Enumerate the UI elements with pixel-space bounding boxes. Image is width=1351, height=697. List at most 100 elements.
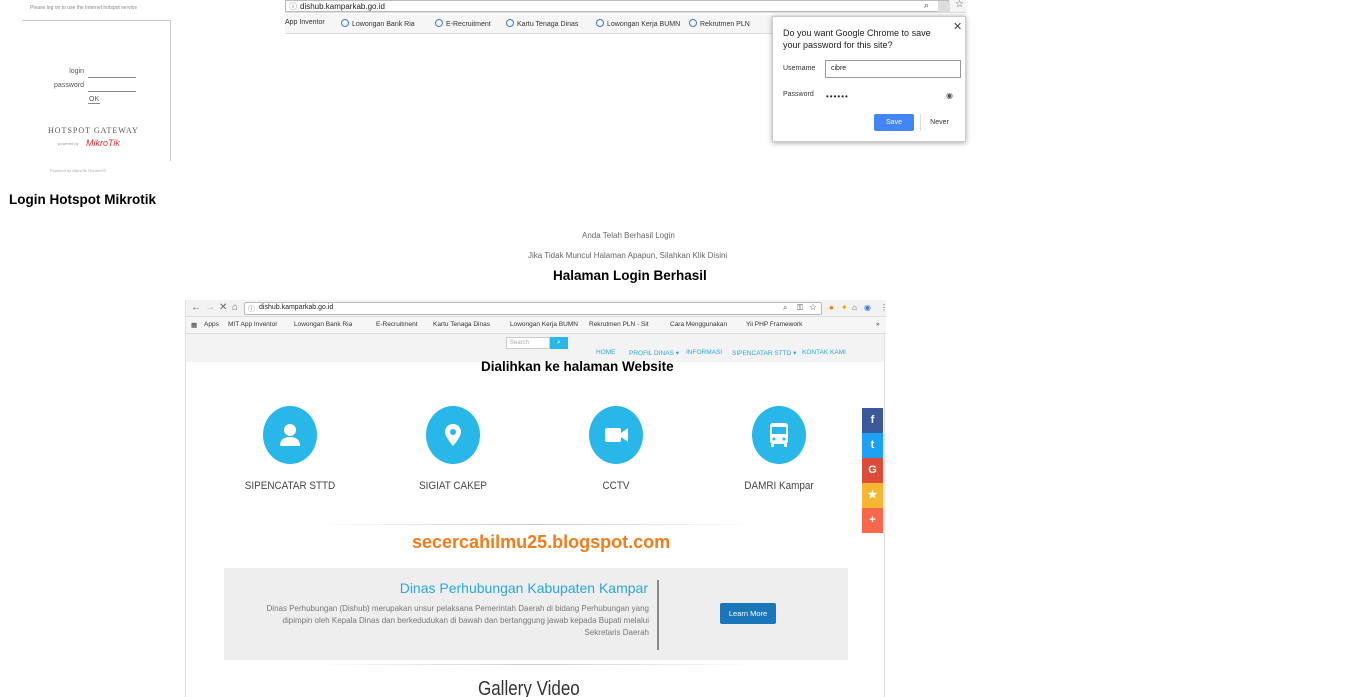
bookmark-item[interactable]: Rekrutmen PLN - Sit [589,321,649,328]
forward-icon[interactable]: → [205,302,215,313]
bookmark-icon [435,19,443,27]
bookmark-item[interactable]: Lowongan Kerja BUMN [510,321,578,328]
save-button[interactable]: Save [874,114,914,131]
plus-icon[interactable]: + [862,508,883,533]
chrome-save-password-panel: ⓘ dishub.kamparkab.go.id ⌕ ☆ App Invento… [285,0,966,145]
login-input[interactable] [88,71,136,78]
bookmarks-bar: ▦ Apps MIT App Inventor Lowongan Bank Ri… [186,317,886,334]
password-label: Password [783,91,814,98]
service-label: CCTV [602,480,630,492]
bookmark-item[interactable]: E-Recruitment [376,321,418,328]
apps-icon[interactable]: ▦ [191,321,197,329]
url-field[interactable]: ⓘ dishub.kamparkab.go.id ⌕ ⚿ ☆ [244,302,822,315]
twitter-icon[interactable]: t [862,433,883,458]
ok-button[interactable]: OK [88,96,101,104]
search-icon[interactable]: ⌕ [550,337,568,349]
url-field[interactable]: ⓘ dishub.kamparkab.go.id ⌕ [285,0,950,12]
map-marker-icon [426,406,480,464]
site-header: Search ⌕ HOME PROFIL DINAS ▾ INFORMASI S… [186,334,884,362]
nav-profil-dinas[interactable]: PROFIL DINAS ▾ [629,349,679,357]
login-label: login [69,68,84,75]
gallery-title: Gallery Video [478,678,580,697]
bookmark-item[interactable]: Kartu Tenaga Dinas [433,321,490,328]
service-sigiat[interactable]: SIGIAT CAKEP [393,406,513,492]
close-icon[interactable]: ✕ [953,20,962,33]
bookmark-item[interactable]: Lowongan Kerja BUMN [596,19,680,28]
nav-home[interactable]: HOME [596,349,616,356]
bookmark-item[interactable]: Apps [204,321,219,328]
password-label: password [54,82,84,89]
bookmark-item[interactable]: MIT App Inventor [228,321,277,328]
more-bookmarks-icon[interactable]: » [876,321,880,328]
nav-informasi[interactable]: INFORMASI [686,349,722,356]
extension-icon[interactable]: ◉ [864,303,871,312]
caption-success: Halaman Login Berhasil [553,268,707,283]
key-icon[interactable]: ⚿ [797,303,803,313]
extension-icon[interactable]: ● [829,303,834,312]
bookmark-item[interactable]: Yii PHP Framework [746,321,802,328]
bookmark-item[interactable]: Cara Menggunakan [670,321,727,328]
eye-icon[interactable]: ◉ [946,91,953,100]
bookmark-star-icon[interactable]: ☆ [955,0,964,10]
bookmark-item[interactable]: Lowongan Bank Ria [294,321,352,328]
site-search-input[interactable]: Search [506,337,550,349]
caption-hotspot: Login Hotspot Mikrotik [9,192,156,207]
save-password-popup: Do you want Google Chrome to save your p… [772,16,966,142]
zoom-icon[interactable]: ⌕ [783,303,787,313]
service-label: SIPENCATAR STTD [244,480,336,492]
bookmark-icon [506,19,514,27]
divider [316,524,756,525]
hotspot-footer: Powered by MikroTik RouterOS [50,168,107,173]
bookmark-star-icon[interactable]: ☆ [809,302,817,313]
video-camera-icon [589,406,643,464]
back-icon[interactable]: ← [191,302,201,313]
url-text: dishub.kamparkab.go.id [259,304,334,311]
reload-icon[interactable]: ✕ [219,302,227,313]
username-label: Username [783,65,816,72]
hotspot-note: Please log on to use the Internet hotspo… [30,5,138,11]
popup-question: Do you want Google Chrome to save your p… [783,28,931,50]
learn-more-button[interactable]: Learn More [720,603,776,624]
divider [316,664,756,665]
bookmark-icon [596,19,604,27]
home-icon[interactable]: ⌂ [232,302,238,313]
user-icon [263,406,317,464]
bookmark-icon [341,19,349,27]
never-button[interactable]: Never [920,114,958,131]
menu-icon[interactable]: ⋮ [880,303,888,312]
service-label: SIGIAT CAKEP [419,480,487,492]
service-cctv[interactable]: CCTV [556,406,676,492]
bookmark-icon [689,19,697,27]
url-text: dishub.kamparkab.go.id [300,2,385,11]
bookmark-item[interactable]: Lowongan Bank Ria [341,19,415,28]
facebook-icon[interactable]: f [862,408,883,433]
password-field[interactable]: •••••• [826,92,849,101]
zoom-icon[interactable]: ⌕ [924,0,929,11]
website-panel: ← → ✕ ⌂ ⓘ dishub.kamparkab.go.id ⌕ ⚿ ☆ ●… [185,300,888,697]
redirect-hint-link[interactable]: Jika Tidak Muncul Halaman Apapun, Silahk… [528,251,727,260]
service-damri[interactable]: DAMRI Kampar [719,406,839,492]
address-bar: ⓘ dishub.kamparkab.go.id ⌕ ☆ [285,0,966,13]
bookmark-item[interactable]: Rekrutmen PLN [689,19,750,28]
home-icon[interactable]: ⌂ [852,303,857,312]
blog-watermark: secercahilmu25.blogspot.com [412,532,671,552]
secure-icon: ⓘ [289,2,297,11]
powered-by-label: powered by [58,141,79,146]
bus-icon [752,406,806,464]
info-box: Dinas Perhubungan Kabupaten Kampar Dinas… [224,568,848,660]
service-sipencatar[interactable]: SIPENCATAR STTD [230,406,350,492]
hotspot-login-panel: Please log on to use the Internet hotspo… [0,0,172,180]
google-icon[interactable]: G [862,458,883,483]
nav-sipencatar[interactable]: SIPENCATAR STTD ▾ [732,349,796,357]
bookmark-item[interactable]: E-Recruitment [435,19,491,28]
key-icon[interactable] [938,1,950,12]
info-divider [657,580,659,650]
bookmark-item[interactable]: App Inventor [285,19,325,26]
nav-kontak[interactable]: KONTAK KAMI [802,349,846,356]
extension-icon[interactable]: ✦ [841,303,848,312]
star-icon[interactable]: ★ [862,483,883,508]
password-input[interactable] [88,85,136,92]
username-field[interactable]: cibre [825,60,961,78]
info-title: Dinas Perhubungan Kabupaten Kampar [399,580,648,596]
bookmark-item[interactable]: Kartu Tenaga Dinas [506,19,578,28]
